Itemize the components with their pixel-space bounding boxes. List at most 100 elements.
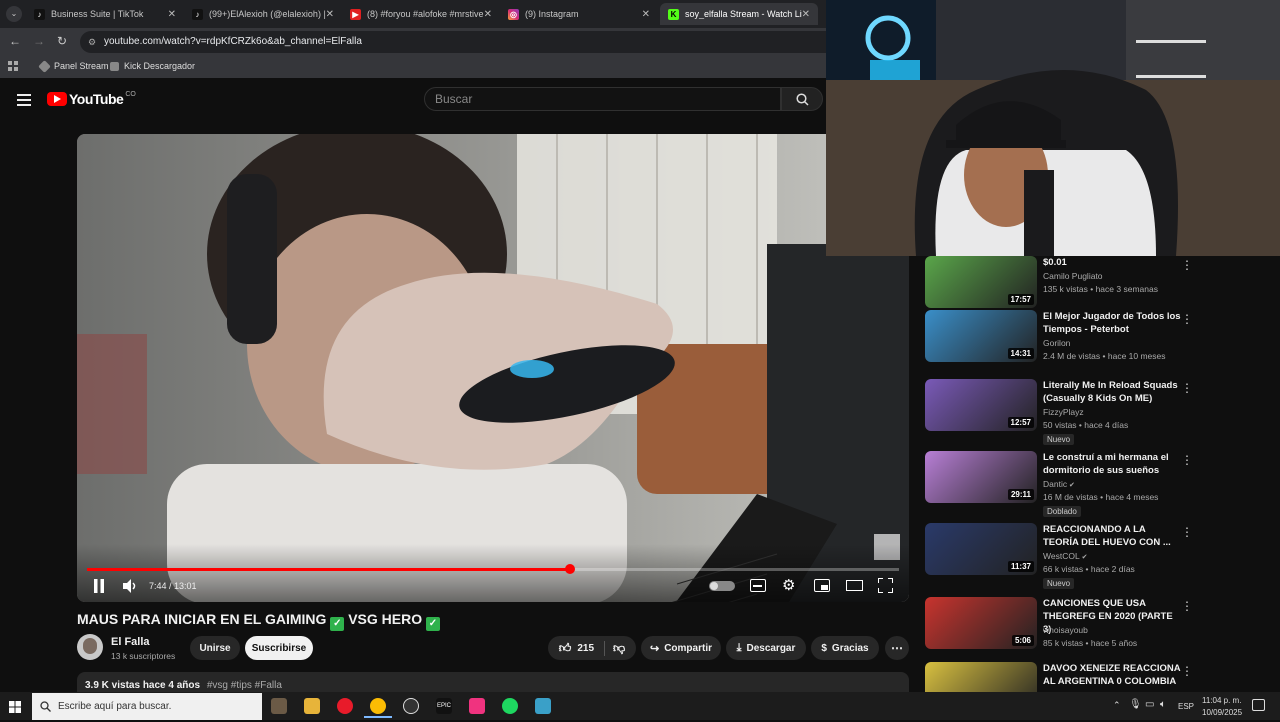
clock-time[interactable]: 11:04 p. m. [1202, 696, 1241, 705]
recommended-video-title[interactable]: El Mejor Jugador de Todos los Tiempos - … [1043, 310, 1183, 336]
address-bar[interactable]: ⚙ youtube.com/watch?v=rdpKfCRZk6o&ab_cha… [80, 31, 840, 53]
recommended-channel-name[interactable]: FizzyPlayz [1043, 407, 1084, 417]
recommended-channel-name[interactable]: whoisayoub [1043, 625, 1088, 635]
more-options-icon[interactable]: ⋮ [1181, 258, 1193, 272]
recommended-video[interactable]: 5:06 CANCIONES QUE USA THEGREFG EN 2020 (… [925, 597, 1270, 657]
more-options-icon[interactable]: ⋮ [1181, 381, 1193, 395]
windows-start-icon[interactable] [9, 700, 21, 713]
tiktok-app-icon[interactable] [469, 698, 485, 714]
progress-bar[interactable] [87, 564, 899, 574]
epic-games-icon[interactable]: EPIC [436, 698, 452, 714]
more-options-icon[interactable]: ⋮ [1181, 664, 1193, 678]
video-thumbnail[interactable]: 11:37 [925, 523, 1037, 575]
pause-icon[interactable] [93, 579, 105, 593]
settings-gear-icon[interactable]: ⚙ [782, 578, 795, 593]
hashtags[interactable]: #vsg #tips #Falla [207, 680, 282, 691]
video-duration: 29:11 [1007, 489, 1034, 500]
recommended-video-title[interactable]: Le construí a mi hermana el dormitorio d… [1043, 451, 1183, 477]
browser-tab[interactable]: ♪ (99+)ElAlexioh (@elalexioh) | Ti ✕ [184, 3, 342, 25]
subscribe-button[interactable]: Suscribirse [245, 636, 313, 660]
close-icon[interactable]: ✕ [326, 9, 334, 20]
tray-chevron-icon[interactable]: ⌃ [1113, 700, 1121, 711]
search-input[interactable]: Buscar [424, 87, 781, 111]
join-button[interactable]: Unirse [190, 636, 240, 660]
miniplayer-icon[interactable] [814, 579, 830, 592]
video-thumbnail[interactable]: 17:57 [925, 256, 1037, 308]
thumbs-up-icon[interactable]: 👍︎ [559, 641, 572, 656]
video-thumbnail[interactable]: 29:11 [925, 451, 1037, 503]
recommended-channel-name[interactable]: WestCOL ✔ [1043, 551, 1088, 561]
channel-avatar[interactable] [77, 634, 103, 660]
volume-icon[interactable] [123, 579, 139, 593]
video-player[interactable]: 7:44 / 13:01 ⚙ [77, 134, 909, 602]
file-explorer-icon[interactable] [304, 698, 320, 714]
reload-icon[interactable]: ↻ [57, 34, 67, 48]
thanks-button[interactable]: $ Gracias [811, 636, 879, 660]
thumbs-down-icon[interactable]: 👎︎ [604, 640, 625, 656]
recommended-video-meta: 85 k vistas • hace 5 años [1043, 638, 1138, 648]
tab-title: (8) #foryou #alofoke #mrstiven [367, 9, 484, 19]
chrome-browser-icon[interactable] [370, 698, 386, 714]
recommended-video[interactable]: 14:31 El Mejor Jugador de Todos los Tiemp… [925, 310, 1270, 370]
browser-tab-active[interactable]: K soy_elfalla Stream - Watch Live ✕ [660, 3, 818, 25]
bookmark-kick-descargador[interactable]: Kick Descargador [110, 61, 195, 71]
more-options-icon[interactable]: ⋮ [1181, 599, 1193, 613]
bookmark-label: Kick Descargador [124, 61, 196, 71]
more-options-icon[interactable]: ⋮ [1181, 525, 1193, 539]
video-thumbnail[interactable]: 12:57 [925, 379, 1037, 431]
hamburger-menu-icon[interactable] [17, 93, 31, 106]
spotify-icon[interactable] [502, 698, 518, 714]
more-actions-icon[interactable]: ⋯ [885, 636, 909, 660]
browser-tab[interactable]: ◎ (9) Instagram ✕ [500, 3, 658, 25]
browser-tab[interactable]: ▶ (8) #foryou #alofoke #mrstiven ✕ [342, 3, 500, 25]
app-icon[interactable] [535, 698, 551, 714]
autoplay-toggle[interactable] [709, 581, 735, 591]
clock-app-icon[interactable] [403, 698, 419, 714]
close-icon[interactable]: ✕ [802, 9, 810, 20]
share-button[interactable]: ↪ Compartir [641, 636, 721, 660]
search-button[interactable] [781, 87, 823, 111]
video-badge: Doblado [1043, 506, 1081, 517]
recommended-video[interactable]: 17:57 $0.01 Camilo Pugliato 135 k vistas • … [925, 256, 1270, 316]
recommended-video-title[interactable]: Literally Me In Reload Squads (Casually … [1043, 379, 1183, 405]
recommended-video[interactable]: 12:57 Literally Me In Reload Squads (Casu… [925, 379, 1270, 445]
fullscreen-icon[interactable] [877, 577, 894, 594]
back-arrow-icon[interactable]: ← [9, 34, 21, 48]
video-thumbnail[interactable]: 14:31 [925, 310, 1037, 362]
bookmark-panel-stream[interactable]: Panel Stream [38, 59, 109, 73]
tab-search-chevron-icon[interactable]: ⌄ [6, 6, 22, 22]
views-and-date: 3.9 K vistas hace 4 años [85, 680, 201, 691]
video-thumbnail[interactable]: 5:06 [925, 597, 1037, 649]
recommended-channel-name[interactable]: Gorilon [1043, 338, 1070, 348]
more-options-icon[interactable]: ⋮ [1181, 312, 1193, 326]
speaker-icon[interactable]: 🔈︎ [1160, 699, 1166, 710]
site-info-icon[interactable]: ⚙ [88, 31, 96, 53]
forward-arrow-icon[interactable]: → [33, 34, 45, 48]
network-icon[interactable]: ▭ [1145, 699, 1154, 710]
youtube-logo[interactable]: YouTube CO [47, 91, 136, 107]
channel-name[interactable]: El Falla [111, 636, 150, 648]
recommended-video[interactable]: 11:37 REACCIONANDO A LA TEORÍA DEL HUEVO … [925, 523, 1270, 589]
notifications-icon[interactable] [1252, 699, 1265, 711]
recommended-video-title[interactable]: $0.01 [1043, 256, 1183, 269]
recommended-video-title[interactable]: REACCIONANDO A LA TEORÍA DEL HUEVO CON .… [1043, 523, 1183, 549]
close-icon[interactable]: ✕ [484, 9, 492, 20]
task-view-icon[interactable] [271, 698, 287, 714]
clock-date[interactable]: 10/09/2025 [1202, 708, 1242, 717]
tiktok-icon: ♪ [34, 8, 45, 20]
recommended-channel-name[interactable]: Dantic ✔ [1043, 479, 1075, 489]
apps-grid-icon[interactable] [8, 61, 18, 71]
opera-browser-icon[interactable] [337, 698, 353, 714]
close-icon[interactable]: ✕ [168, 9, 176, 20]
microphone-icon[interactable]: 🎙︎ [1129, 699, 1142, 710]
recommended-video[interactable]: 29:11 Le construí a mi hermana el dormito… [925, 451, 1270, 517]
browser-tab[interactable]: ♪ Business Suite | TikTok ✕ [26, 3, 184, 25]
subtitles-icon[interactable] [750, 579, 766, 592]
theater-mode-icon[interactable] [846, 580, 863, 591]
taskbar-search-input[interactable]: Escribe aquí para buscar. [32, 693, 262, 720]
more-options-icon[interactable]: ⋮ [1181, 453, 1193, 467]
language-indicator[interactable]: ESP [1178, 702, 1194, 711]
close-icon[interactable]: ✕ [642, 9, 650, 20]
recommended-channel-name[interactable]: Camilo Pugliato [1043, 271, 1103, 281]
download-button[interactable]: ⤓ Descargar [726, 636, 806, 660]
